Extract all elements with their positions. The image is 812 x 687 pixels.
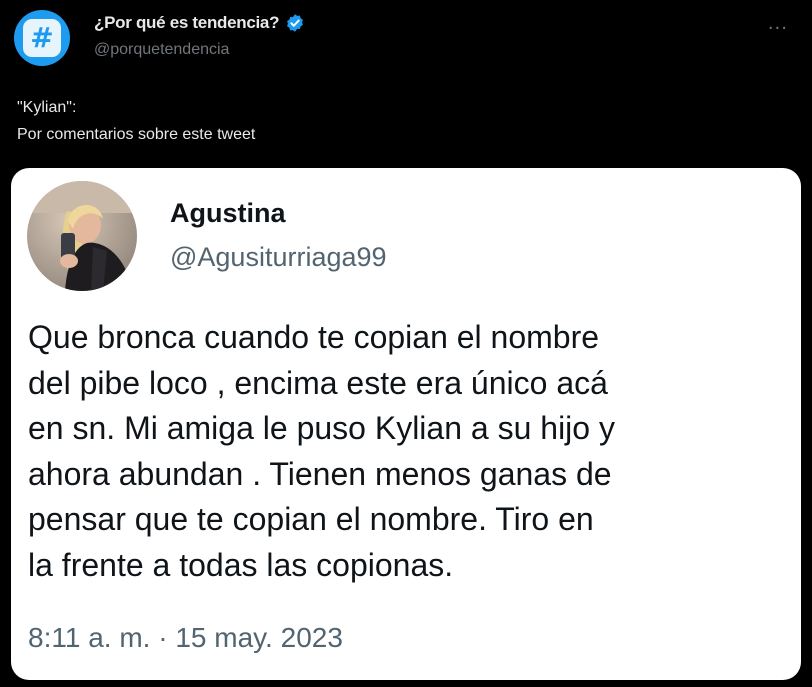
- trend-topic: "Kylian":: [17, 99, 77, 116]
- more-options-icon[interactable]: ···: [768, 18, 788, 39]
- tweet-text: Que bronca cuando te copian el nombre de…: [28, 319, 615, 583]
- hashtag-glyph: #: [30, 21, 54, 54]
- account-header: ¿Por qué es tendencia?: [94, 13, 305, 33]
- author-name[interactable]: Agustina: [170, 198, 286, 229]
- account-handle[interactable]: @porquetendencia: [94, 41, 229, 59]
- trend-post: # ¿Por qué es tendencia? @porquetendenci…: [0, 0, 812, 687]
- account-avatar[interactable]: #: [14, 10, 70, 66]
- hashtag-icon: #: [23, 19, 61, 57]
- author-handle[interactable]: @Agusiturriaga99: [170, 242, 387, 273]
- verified-badge-icon: [285, 13, 305, 33]
- quoted-tweet-card[interactable]: Agustina @Agusiturriaga99 Que bronca cua…: [11, 168, 801, 680]
- trend-reason: Por comentarios sobre este tweet: [17, 126, 256, 143]
- author-avatar[interactable]: [27, 181, 137, 291]
- account-name[interactable]: ¿Por qué es tendencia?: [94, 13, 279, 33]
- tweet-timestamp[interactable]: 8:11 a. m. · 15 may. 2023: [28, 622, 343, 654]
